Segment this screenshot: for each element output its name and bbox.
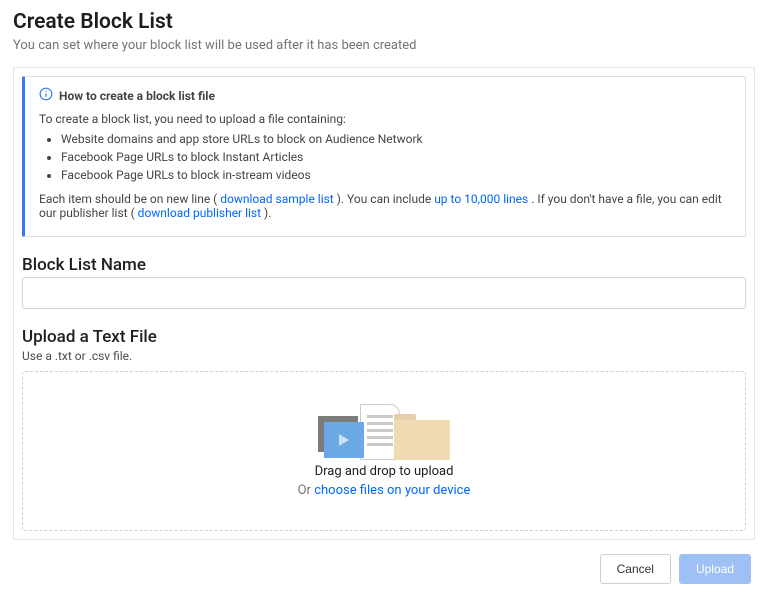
upload-dropzone[interactable]: Drag and drop to upload Or choose files … bbox=[22, 371, 746, 531]
info-icon bbox=[39, 87, 53, 104]
info-bullet-3: Facebook Page URLs to block in-stream vi… bbox=[61, 166, 731, 184]
page-title: Create Block List bbox=[13, 10, 755, 34]
upload-section: Upload a Text File Use a .txt or .csv fi… bbox=[22, 327, 746, 531]
upload-heading: Upload a Text File bbox=[22, 327, 746, 347]
download-publisher-link[interactable]: download publisher list bbox=[138, 206, 261, 220]
name-section: Block List Name bbox=[22, 255, 746, 309]
upload-hint: Use a .txt or .csv file. bbox=[22, 349, 746, 363]
page-subtitle: You can set where your block list will b… bbox=[13, 38, 755, 53]
max-lines-link[interactable]: up to 10,000 lines bbox=[434, 192, 528, 206]
info-bullets: Website domains and app store URLs to bl… bbox=[61, 130, 731, 184]
info-footer: Each item should be on new line ( downlo… bbox=[39, 192, 731, 220]
cancel-button[interactable]: Cancel bbox=[600, 554, 671, 584]
choose-files-link[interactable]: choose files on your device bbox=[314, 483, 470, 498]
dropzone-or-line: Or choose files on your device bbox=[298, 483, 471, 498]
info-box: How to create a block list file To creat… bbox=[22, 76, 746, 237]
upload-illustration-icon bbox=[318, 404, 450, 460]
main-panel: How to create a block list file To creat… bbox=[13, 67, 755, 540]
info-bullet-1: Website domains and app store URLs to bl… bbox=[61, 130, 731, 148]
info-heading: How to create a block list file bbox=[59, 89, 215, 103]
name-heading: Block List Name bbox=[22, 255, 746, 275]
info-intro: To create a block list, you need to uplo… bbox=[39, 112, 731, 126]
page-root: Create Block List You can set where your… bbox=[0, 0, 768, 604]
download-sample-link[interactable]: download sample list bbox=[220, 192, 333, 206]
upload-button[interactable]: Upload bbox=[679, 554, 751, 584]
footer: Cancel Upload bbox=[13, 554, 755, 584]
block-list-name-input[interactable] bbox=[22, 277, 746, 309]
info-bullet-2: Facebook Page URLs to block Instant Arti… bbox=[61, 148, 731, 166]
dropzone-text: Drag and drop to upload bbox=[315, 464, 454, 479]
